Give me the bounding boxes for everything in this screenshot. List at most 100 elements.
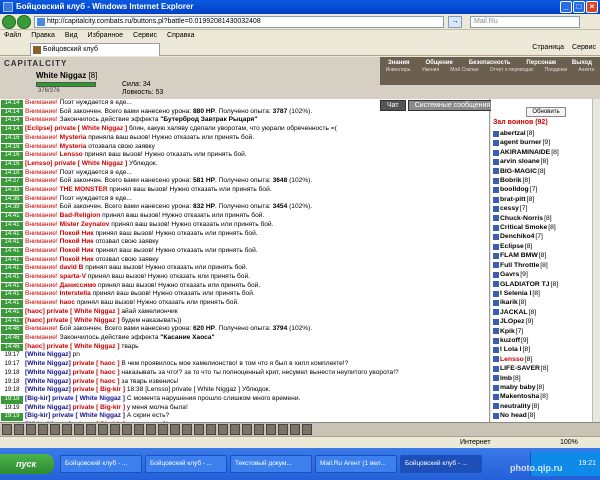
player-item[interactable]: cessy [7]	[493, 204, 597, 213]
player-item[interactable]: FLAM BMW [8]	[493, 251, 597, 260]
chat-text[interactable]: [haoc] private [ White Niggaz ]	[25, 343, 120, 350]
chat-tool-icon[interactable]	[242, 424, 252, 435]
chat-time[interactable]: 19:18	[1, 395, 23, 404]
chat-tool-icon[interactable]	[26, 424, 36, 435]
player-name[interactable]: Critical Smoke	[500, 223, 547, 232]
player-name[interactable]: Chuck-Norris	[500, 214, 543, 223]
nav-item[interactable]: Знания	[388, 59, 410, 67]
player-item[interactable]: BIG-MAGIC [8]	[493, 167, 597, 176]
chat-tool-icon[interactable]	[110, 424, 120, 435]
chat-tool-icon[interactable]	[254, 424, 264, 435]
player-item[interactable]: brat-pitt [8]	[493, 195, 597, 204]
chat-time[interactable]: 14:41	[1, 300, 23, 308]
chat-tool-icon[interactable]	[122, 424, 132, 435]
menu-item[interactable]: Сервис	[133, 30, 157, 42]
chat-time[interactable]: 19:18	[1, 387, 23, 395]
chat-text[interactable]: [White Niggaz]	[25, 378, 71, 385]
player-name[interactable]: abertzal	[500, 129, 526, 138]
chat-tool-icon[interactable]	[134, 424, 144, 435]
tab-system-messages[interactable]: Системные сообщения	[407, 100, 498, 111]
player-name[interactable]: lmb	[500, 374, 512, 383]
url-input[interactable]: http://capitalcity.combats.ru/buttons.pl…	[34, 16, 444, 28]
tab-combats[interactable]: Бойцовский клуб	[30, 43, 160, 56]
chat-time[interactable]: 14:33	[1, 187, 23, 195]
chat-time[interactable]: 14:16	[1, 152, 23, 160]
chat-tool-icon[interactable]	[2, 424, 12, 435]
chat-text[interactable]: [haoc] private [ White Niggaz ]	[25, 308, 120, 315]
chat-text[interactable]: private [ Big-kir ]	[71, 386, 125, 393]
player-name[interactable]: neutrality	[500, 402, 531, 411]
player-item[interactable]: arvin sloane [8]	[493, 157, 597, 166]
player-name[interactable]: kuzoff	[500, 336, 520, 345]
close-button[interactable]: ×	[586, 1, 598, 13]
chat-time[interactable]: 14:41	[1, 308, 23, 317]
player-item[interactable]: l Lola l [8]	[493, 345, 597, 354]
player-name[interactable]: Bobrik	[500, 176, 522, 185]
chat-text[interactable]: private [ haoc ]	[71, 360, 120, 367]
player-item[interactable]: I Selenia I [8]	[493, 289, 597, 298]
player-name[interactable]: ikarik	[500, 298, 518, 307]
player-name[interactable]: Lensso	[500, 355, 524, 364]
player-name[interactable]: LIFE-SAVER	[500, 364, 540, 373]
player-item[interactable]: maby baby [8]	[493, 383, 597, 392]
chat-tool-icon[interactable]	[38, 424, 48, 435]
player-name[interactable]: JACKAL	[500, 308, 528, 317]
chat-tool-icon[interactable]	[194, 424, 204, 435]
chat-text[interactable]: [White Niggaz]	[25, 351, 71, 358]
nav-subitem[interactable]: Умения	[422, 67, 439, 74]
chat-text[interactable]: [White Niggaz]	[25, 404, 71, 411]
player-item[interactable]: GLADIATOR TJ [8]	[493, 280, 597, 289]
player-item[interactable]: Chuck-Norris [8]	[493, 214, 597, 223]
search-input[interactable]: Mail.Ru	[470, 16, 580, 28]
chat-tool-icon[interactable]	[290, 424, 300, 435]
go-button[interactable]: →	[448, 16, 462, 28]
chat-tool-icon[interactable]	[86, 424, 96, 435]
player-item[interactable]: Makentosha [8]	[493, 392, 597, 401]
chat-log[interactable]: 14:14 Внимание! Поэт нуждается в еде... 14…	[0, 99, 490, 422]
player-name[interactable]: maby baby	[500, 383, 536, 392]
back-icon[interactable]	[2, 15, 16, 29]
nav-item[interactable]: Безопасность	[469, 59, 511, 67]
player-item[interactable]: Critical Smoke [8]	[493, 223, 597, 232]
chat-time[interactable]: 19:19	[1, 413, 23, 422]
character-name[interactable]: White Niggaz [8]	[36, 71, 97, 80]
chat-time[interactable]: 14:36	[1, 195, 23, 204]
chat-time[interactable]: 14:41	[1, 265, 23, 274]
chat-text[interactable]: [Big-kir] private [ White Niggaz ]	[25, 395, 125, 402]
chat-tool-icon[interactable]	[170, 424, 180, 435]
tab-chat[interactable]: Чат	[380, 100, 406, 111]
chat-time[interactable]: 14:14	[1, 126, 23, 134]
chat-time[interactable]: 14:41	[1, 239, 23, 247]
chat-tool-icon[interactable]	[146, 424, 156, 435]
player-item[interactable]: ikarik [8]	[493, 298, 597, 307]
nav-subitem[interactable]: Поединки	[545, 67, 568, 74]
player-name[interactable]: Gavrs	[500, 270, 519, 279]
chat-tool-icon[interactable]	[218, 424, 228, 435]
chat-time[interactable]: 14:14	[1, 108, 23, 117]
chat-time[interactable]: 14:41	[1, 256, 23, 265]
chat-time[interactable]: 14:41	[1, 221, 23, 230]
chat-text[interactable]: [White Niggaz]	[25, 360, 71, 367]
chat-time[interactable]: 14:39	[1, 204, 23, 213]
chat-text[interactable]: private [ haoc ]	[71, 378, 120, 385]
chat-text[interactable]: [White Niggaz]	[25, 369, 71, 376]
player-item[interactable]: boolldog [7]	[493, 185, 597, 194]
player-item[interactable]: Kpik [7]	[493, 327, 597, 336]
chat-tool-icon[interactable]	[158, 424, 168, 435]
chat-tool-icon[interactable]	[302, 424, 312, 435]
nav-subitem[interactable]: Отчет о переводах	[490, 67, 534, 74]
chat-time[interactable]: 14:46	[1, 334, 23, 343]
chat-text[interactable]: [haoc] private [ White Niggaz ]	[25, 317, 120, 324]
taskbar-item[interactable]: Mail.Ru Агент (1 вел...	[315, 455, 397, 473]
taskbar-item[interactable]: Текстовый докум...	[230, 455, 312, 473]
chat-time[interactable]: 14:14	[1, 100, 23, 108]
scrollbar[interactable]	[592, 99, 600, 422]
player-name[interactable]: brat-pitt	[500, 195, 526, 204]
chat-text[interactable]: [Big-kir] private [ White Niggaz ]	[25, 412, 125, 419]
player-name[interactable]: JLOpez	[500, 317, 525, 326]
nav-item[interactable]: Выход	[572, 59, 592, 67]
player-name[interactable]: agent burner	[500, 138, 542, 147]
player-item[interactable]: Gavrs [9]	[493, 270, 597, 279]
player-item[interactable]: neutrality [8]	[493, 402, 597, 411]
zoom-level[interactable]: 100%	[560, 437, 578, 448]
